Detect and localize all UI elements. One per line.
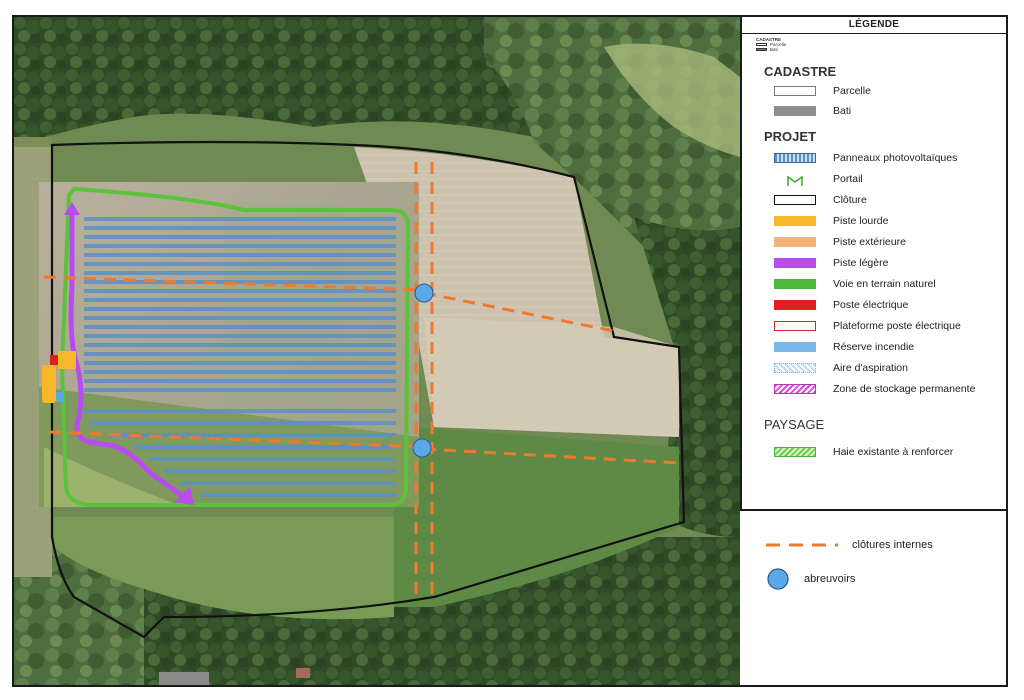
legend-item-aire: Aire d'aspiration — [774, 361, 908, 375]
legend-item-pv: Panneaux photovoltaïques — [774, 151, 957, 165]
swatch-outer-track — [774, 237, 816, 247]
map-frame: LÉGENDE CADASTRE Parcelle Bati CADASTRE … — [12, 15, 1008, 687]
pv-row — [84, 361, 396, 365]
swatch-parcel — [774, 86, 816, 96]
legend-label: Voie en terrain naturel — [833, 278, 936, 290]
station-platform — [58, 351, 76, 369]
legend-label: Poste électrique — [833, 299, 909, 311]
dashed-line-icon — [766, 543, 838, 547]
electrical-station — [50, 355, 58, 365]
pv-row — [84, 217, 396, 221]
pv-row — [199, 493, 396, 497]
legend-item-troughs: abreuvoirs — [766, 567, 855, 591]
legend-label: abreuvoirs — [804, 573, 856, 585]
legend-item-cloture: Clôture — [774, 193, 867, 207]
swatch-fire-reserve — [774, 342, 816, 352]
trough-1 — [414, 283, 434, 303]
legend-label: clôtures internes — [852, 539, 933, 551]
swatch-fence — [774, 195, 816, 205]
mini-legend-row: Bati — [756, 47, 786, 52]
pv-row — [84, 226, 396, 230]
swatch-hedge — [774, 447, 816, 457]
trough-icon — [767, 568, 789, 590]
mini-swatch — [756, 43, 767, 46]
legend-label: Piste légère — [833, 257, 889, 269]
gate-icon — [774, 174, 816, 186]
legend-item-internal-fences: clôtures internes — [766, 539, 933, 551]
swatch-station-platform — [774, 321, 816, 331]
swatch-storage-zone — [774, 384, 816, 394]
legend-item-plateforme: Plateforme poste électrique — [774, 319, 961, 333]
swatch-building — [774, 106, 816, 116]
legend-label: Panneaux photovoltaïques — [833, 152, 958, 164]
swatch-heavy-track — [774, 216, 816, 226]
legend-label: Zone de stockage permanente — [833, 383, 976, 395]
building — [296, 668, 310, 678]
legend-item-piste-exterieure: Piste extérieure — [774, 235, 906, 249]
mini-legend-inset: CADASTRE Parcelle Bati — [756, 37, 786, 52]
fire-reserve — [56, 392, 64, 402]
legend-item-bati: Bati — [774, 104, 851, 118]
legend-item-poste: Poste électrique — [774, 298, 908, 312]
legend-item-stockage: Zone de stockage permanente — [774, 382, 975, 396]
pv-row — [84, 370, 396, 374]
legend-label: Bati — [833, 105, 852, 117]
legend-label: Aire d'aspiration — [833, 362, 908, 374]
legend-item-piste-lourde: Piste lourde — [774, 214, 888, 228]
legend-section-title: PAYSAGE — [764, 417, 825, 432]
pv-row — [84, 298, 396, 302]
swatch-light-track — [774, 258, 816, 268]
pv-row — [84, 316, 396, 320]
pv-row — [84, 379, 396, 383]
legend-label: Réserve incendie — [833, 341, 915, 353]
pv-row — [84, 271, 396, 275]
legend-label: Plateforme poste électrique — [833, 320, 961, 332]
legend-item-reserve: Réserve incendie — [774, 340, 914, 354]
pv-row — [164, 469, 396, 473]
legend-title: LÉGENDE — [742, 17, 1006, 34]
pv-row — [84, 352, 396, 356]
pv-row — [84, 289, 396, 293]
legend-section-title: PROJET — [764, 129, 817, 144]
legend-label: Piste extérieure — [833, 236, 906, 248]
swatch-natural-road — [774, 279, 816, 289]
legend-item-piste-legere: Piste légère — [774, 256, 888, 270]
legend-section-title: CADASTRE — [764, 64, 837, 79]
swatch-electrical-station — [774, 300, 816, 310]
building — [159, 672, 209, 685]
legend-label: Portail — [833, 173, 863, 185]
pv-row — [84, 409, 396, 413]
pv-row — [84, 307, 396, 311]
mini-legend-label: Bati — [770, 47, 778, 52]
legend-label: Haie existante à renforcer — [833, 446, 954, 458]
pv-row — [84, 253, 396, 257]
legend-label: Clôture — [833, 194, 867, 206]
pv-row — [84, 343, 396, 347]
trough-2 — [412, 438, 432, 458]
pv-row — [84, 235, 396, 239]
legend-panel: LÉGENDE CADASTRE Parcelle Bati CADASTRE … — [740, 17, 1006, 511]
mini-swatch — [756, 48, 767, 51]
pv-row — [84, 388, 396, 392]
pv-row — [179, 481, 396, 485]
pv-row — [89, 421, 396, 425]
pv-row — [84, 262, 396, 266]
swatch-pv-panels — [774, 153, 816, 163]
pv-row — [84, 334, 396, 338]
heavy-track — [42, 365, 56, 403]
pv-row — [84, 244, 396, 248]
legend-item-portail: Portail — [774, 172, 863, 186]
legend-label: Parcelle — [833, 85, 871, 97]
extra-legend: clôtures internes abreuvoirs — [740, 511, 1006, 685]
pv-row — [84, 325, 396, 329]
legend-label: Piste lourde — [833, 215, 889, 227]
aerial-map — [14, 17, 740, 685]
legend-item-haie: Haie existante à renforcer — [774, 445, 953, 459]
legend-item-voie: Voie en terrain naturel — [774, 277, 936, 291]
swatch-suction-area — [774, 363, 816, 373]
legend-item-parcelle: Parcelle — [774, 84, 871, 98]
pv-row — [149, 457, 396, 461]
